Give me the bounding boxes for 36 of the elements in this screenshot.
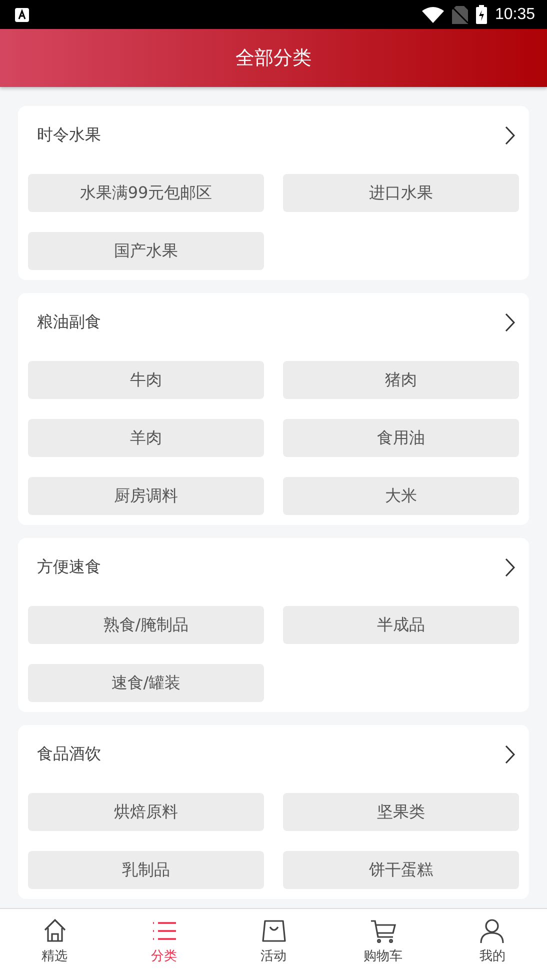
subcategory-button[interactable]: 猪肉	[283, 361, 519, 399]
chevron-right-icon[interactable]	[505, 558, 515, 576]
subcategory-button[interactable]: 食用油	[283, 419, 519, 457]
no-sim-icon	[452, 6, 468, 24]
category-title: 粮油副食	[37, 312, 101, 332]
subcategory-button[interactable]: 大米	[283, 477, 519, 515]
tab-bar-item[interactable]: 精选	[0, 909, 110, 972]
subcategory-button[interactable]: 羊肉	[28, 419, 264, 457]
chevron-right-icon[interactable]	[505, 126, 515, 144]
category-title: 时令水果	[37, 124, 101, 146]
status-time: 10:35	[494, 6, 535, 24]
subcategory-button[interactable]: 国产水果	[28, 232, 264, 270]
subcategory-button[interactable]: 坚果类	[283, 793, 519, 831]
subcategory-button[interactable]: 牛肉	[28, 361, 264, 399]
subcategory-button[interactable]: 乳制品	[28, 851, 264, 889]
chevron-right-icon[interactable]	[505, 312, 515, 332]
page-title: 全部分类	[236, 46, 312, 71]
subcategory-button[interactable]: 水果满99元包邮区	[28, 174, 264, 212]
tab-bar-item[interactable]: 购物车	[328, 909, 438, 972]
tab-bar-item[interactable]: 活动	[218, 909, 328, 972]
category-title: 方便速食	[37, 556, 101, 578]
subcategory-button[interactable]: 厨房调料	[28, 477, 264, 515]
category-title: 食品酒饮	[37, 744, 101, 764]
subcategory-button[interactable]: 饼干蛋糕	[283, 851, 519, 889]
wifi-icon	[422, 6, 444, 22]
chevron-right-icon[interactable]	[505, 744, 515, 764]
battery-icon	[476, 5, 487, 24]
tab-bar-item[interactable]: 分类	[109, 909, 219, 972]
subcategory-button[interactable]: 烘焙原料	[28, 793, 264, 831]
subcategory-button[interactable]: 半成品	[283, 606, 519, 644]
tab-bar-item[interactable]: 我的	[438, 909, 547, 972]
subcategory-button[interactable]: 熟食/腌制品	[28, 606, 264, 644]
subcategory-button[interactable]: 速食/罐装	[28, 664, 264, 702]
app-notification-icon	[15, 8, 29, 22]
person-icon	[478, 916, 506, 944]
subcategory-button[interactable]: 进口水果	[283, 174, 519, 212]
